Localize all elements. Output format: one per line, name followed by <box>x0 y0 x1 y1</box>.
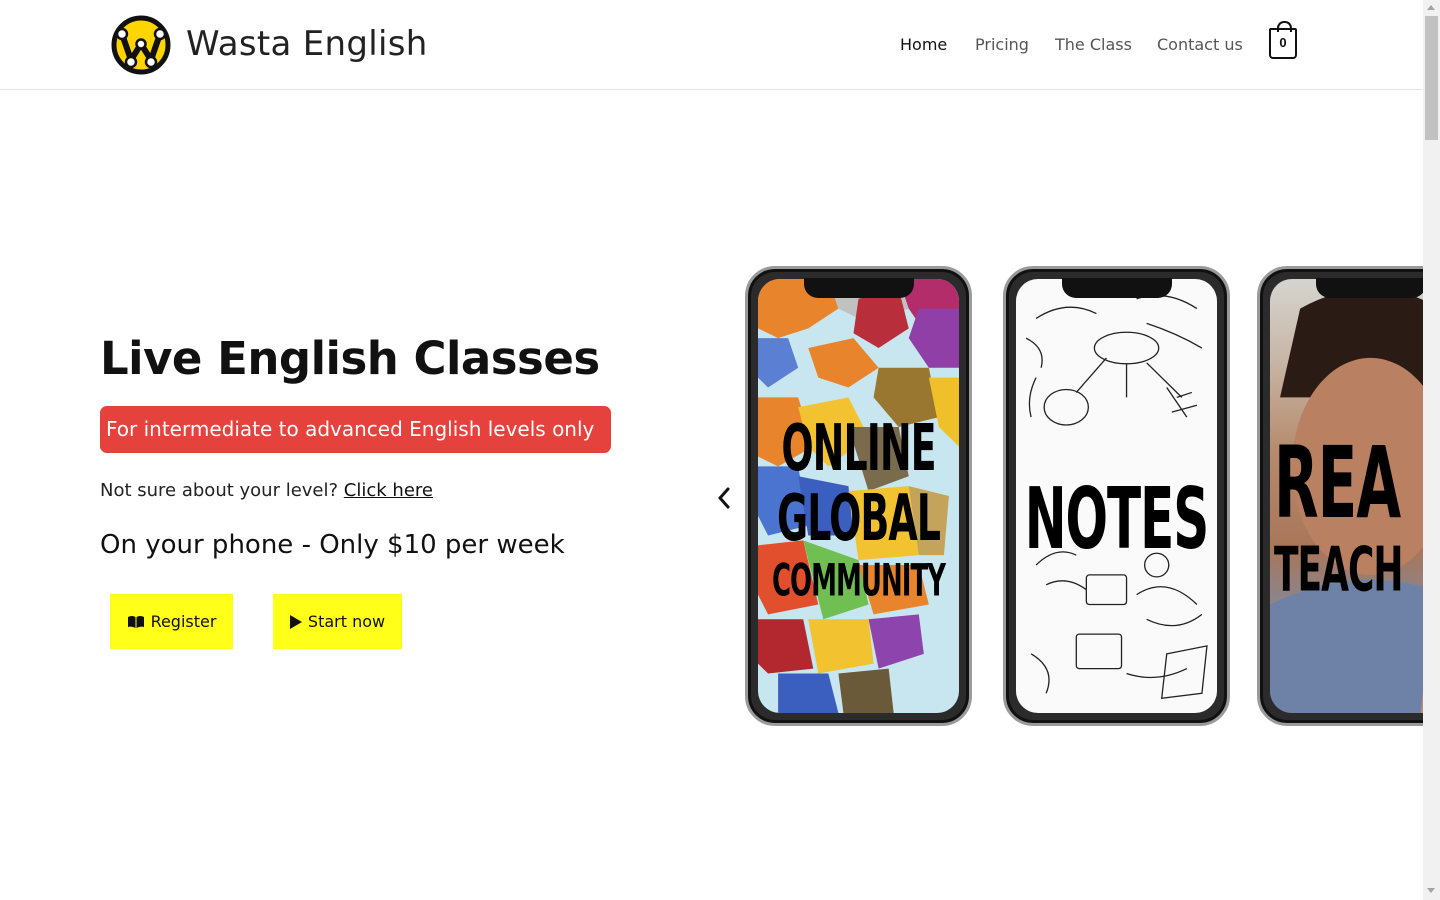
slide-caption: NOTES <box>1016 477 1217 562</box>
nav-contact-us[interactable]: Contact us <box>1157 35 1243 54</box>
slide-caption: COMMUNITY <box>758 560 959 604</box>
slide-caption: ONLINE <box>758 416 959 481</box>
carousel-slide[interactable]: REA TEACH <box>1257 266 1423 726</box>
carousel-slide[interactable]: ONLINE GLOBAL COMMUNITY <box>745 266 972 726</box>
register-label: Register <box>150 612 217 631</box>
hero-title: Live English Classes <box>100 332 600 385</box>
slide-caption-line: COMMUNITY <box>771 556 946 608</box>
level-question: Not sure about your level? Click here <box>100 480 433 501</box>
scroll-up-icon[interactable] <box>1427 5 1435 10</box>
play-icon <box>289 614 302 629</box>
slide-caption: TEACH <box>1274 541 1423 602</box>
scrollbar-thumb[interactable] <box>1425 16 1438 140</box>
price-line: On your phone - Only $10 per week <box>100 530 565 560</box>
slide-screen: REA TEACH <box>1270 279 1423 713</box>
start-now-button[interactable]: Start now <box>273 594 402 649</box>
start-now-label: Start now <box>307 612 386 631</box>
phone-notch <box>1315 278 1423 298</box>
scroll-down-icon[interactable] <box>1427 888 1435 893</box>
slide-screen: ONLINE GLOBAL COMMUNITY <box>758 279 959 713</box>
page-scrollbar[interactable] <box>1423 0 1440 900</box>
logo-icon[interactable] <box>110 14 172 76</box>
book-icon <box>127 615 144 628</box>
carousel-slide[interactable]: NOTES <box>1003 266 1230 726</box>
levels-badge: For intermediate to advanced English lev… <box>100 406 611 453</box>
register-button[interactable]: Register <box>110 594 233 649</box>
slide-caption-line: GLOBAL <box>777 480 941 556</box>
slide-caption-line: REA <box>1274 425 1401 541</box>
slide-caption: GLOBAL <box>758 486 959 551</box>
cart-count: 0 <box>1279 35 1287 50</box>
site-header: Wasta English Home Pricing The Class Con… <box>0 0 1423 90</box>
phone-notch <box>803 278 914 298</box>
level-question-text: Not sure about your level? <box>100 480 339 501</box>
nav-the-class[interactable]: The Class <box>1055 35 1132 54</box>
cart-icon[interactable]: 0 <box>1269 21 1297 59</box>
nav-home[interactable]: Home <box>900 35 947 54</box>
chevron-left-icon[interactable] <box>714 486 734 510</box>
brand-name[interactable]: Wasta English <box>186 24 428 64</box>
level-test-link[interactable]: Click here <box>344 480 433 501</box>
slide-caption-line: ONLINE <box>781 410 936 486</box>
slide-caption-line: TEACH <box>1274 536 1404 606</box>
slide-caption: REA <box>1274 434 1423 533</box>
phone-notch <box>1061 278 1172 298</box>
nav-pricing[interactable]: Pricing <box>975 35 1029 54</box>
carousel[interactable]: ONLINE GLOBAL COMMUNITY NOTES REA TEACH <box>745 262 1423 732</box>
slide-screen: NOTES <box>1016 279 1217 713</box>
slide-caption-line: NOTES <box>1024 469 1210 569</box>
